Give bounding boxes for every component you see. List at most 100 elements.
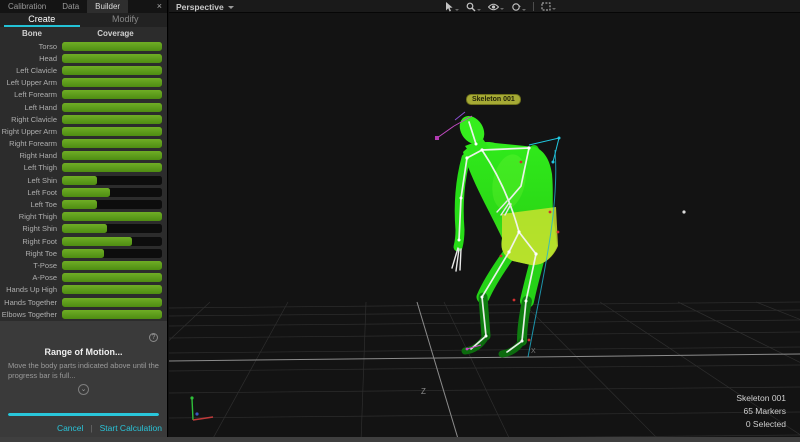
bone-label: Left Foot xyxy=(0,188,62,197)
bone-label: Left Toe xyxy=(0,200,62,209)
chevron-down-icon xyxy=(228,6,234,9)
coverage-bar-fill xyxy=(62,298,162,307)
coverage-bar-fill xyxy=(62,90,162,99)
coverage-bar-fill xyxy=(62,224,107,233)
skeleton-name-badge: Skeleton 001 xyxy=(466,94,521,105)
bone-row: Left Shin xyxy=(0,174,167,186)
bone-row: Left Clavicle xyxy=(0,64,167,76)
bone-label: Head xyxy=(0,54,62,63)
column-headers: Bone Coverage xyxy=(0,27,167,40)
bone-label: Left Forearm xyxy=(0,90,62,99)
bone-row: Hands Up High xyxy=(0,284,167,296)
3d-viewport[interactable]: Perspective xyxy=(169,0,800,437)
instruction-body: Move the body parts indicated above unti… xyxy=(8,361,159,381)
coverage-bar-fill xyxy=(62,176,97,185)
toolbar-divider xyxy=(533,2,534,11)
coverage-bar-track xyxy=(62,310,162,319)
bone-row: Left Foot xyxy=(0,186,167,198)
coverage-bar-fill xyxy=(62,212,162,221)
chevron-down-icon[interactable]: ⌄ xyxy=(78,384,89,395)
status-skeleton-name: Skeleton 001 xyxy=(736,392,786,405)
marquee-select-icon[interactable] xyxy=(541,2,556,11)
active-tab-underline xyxy=(4,25,80,27)
viewport-toolbar: Perspective xyxy=(169,0,800,13)
tab-builder[interactable]: Builder xyxy=(87,0,128,13)
bone-row: Right Foot xyxy=(0,235,167,247)
instruction-title: Range of Motion... xyxy=(0,347,167,357)
calculation-progress-bar xyxy=(8,413,159,416)
bone-row: T-Pose xyxy=(0,259,167,271)
bone-list: Torso Head Left Clavicle Left Upper Arm xyxy=(0,40,167,321)
coverage-bar-track xyxy=(62,78,162,87)
bone-row: Left Upper Arm xyxy=(0,77,167,89)
coverage-bar-fill xyxy=(62,237,132,246)
status-marker-count: 65 Markers xyxy=(736,405,786,418)
viewport-tools xyxy=(445,0,556,13)
coverage-bar-track xyxy=(62,249,162,258)
create-modify-tabs: Create Modify xyxy=(0,13,167,27)
bone-label: Right Hand xyxy=(0,151,62,160)
column-header-coverage: Coverage xyxy=(64,29,167,38)
bone-label: T-Pose xyxy=(0,261,62,270)
bone-row: Torso xyxy=(0,40,167,52)
bone-label: Right Thigh xyxy=(0,212,62,221)
cancel-button[interactable]: Cancel xyxy=(57,423,83,433)
tab-data[interactable]: Data xyxy=(54,0,87,13)
coverage-bar-fill xyxy=(62,163,162,172)
pane-tabbar: Calibration Data Builder × xyxy=(0,0,167,13)
help-icon[interactable]: ? xyxy=(149,333,158,342)
bone-row: Right Thigh xyxy=(0,211,167,223)
tab-modify[interactable]: Modify xyxy=(84,13,168,27)
coverage-bar-track xyxy=(62,188,162,197)
bone-label: Left Upper Arm xyxy=(0,78,62,87)
start-calculation-button[interactable]: Start Calculation xyxy=(100,423,162,433)
pan-eye-icon[interactable] xyxy=(488,3,504,11)
bone-row: Right Toe xyxy=(0,247,167,259)
coverage-bar-track xyxy=(62,273,162,282)
close-icon[interactable]: × xyxy=(157,2,162,11)
view-selector-dropdown[interactable]: Perspective xyxy=(176,2,234,12)
coverage-bar-track xyxy=(62,261,162,270)
skeleton-avatar xyxy=(435,111,561,357)
coverage-bar-track xyxy=(62,103,162,112)
coverage-bar-track xyxy=(62,285,162,294)
action-buttons: Cancel | Start Calculation xyxy=(57,423,162,433)
bone-row: A-Pose xyxy=(0,272,167,284)
bone-row: Hands Together xyxy=(0,296,167,308)
coverage-bar-track xyxy=(62,66,162,75)
tab-calibration[interactable]: Calibration xyxy=(0,0,54,13)
coverage-bar-fill xyxy=(62,310,162,319)
coverage-bar-fill xyxy=(62,127,162,136)
bone-label: Left Thigh xyxy=(0,163,62,172)
coverage-bar-track xyxy=(62,176,162,185)
status-selected-count: 0 Selected xyxy=(736,418,786,431)
coverage-bar-track xyxy=(62,127,162,136)
scene-canvas[interactable]: Z X xyxy=(169,0,800,437)
bone-row: Right Clavicle xyxy=(0,113,167,125)
bone-row: Elbows Together xyxy=(0,308,167,320)
column-header-bone: Bone xyxy=(0,29,64,38)
bone-row: Left Forearm xyxy=(0,89,167,101)
coverage-bar-fill xyxy=(62,115,162,124)
coverage-bar-track xyxy=(62,212,162,221)
bone-row: Right Shin xyxy=(0,223,167,235)
bone-row: Right Upper Arm xyxy=(0,125,167,137)
bone-row: Right Hand xyxy=(0,150,167,162)
bone-label: Right Toe xyxy=(0,249,62,258)
select-arrow-icon[interactable] xyxy=(445,2,459,12)
coverage-bar-fill xyxy=(62,78,162,87)
axis-label-x: X xyxy=(531,348,536,355)
zoom-magnifier-icon[interactable] xyxy=(466,2,481,12)
coverage-bar-fill xyxy=(62,139,162,148)
coverage-bar-fill xyxy=(62,42,162,51)
bone-row: Left Hand xyxy=(0,101,167,113)
bone-row: Head xyxy=(0,52,167,64)
coverage-bar-track xyxy=(62,90,162,99)
orbit-rotate-icon[interactable] xyxy=(511,2,526,12)
coverage-bar-fill xyxy=(62,261,162,270)
coverage-bar-fill xyxy=(62,54,162,63)
bone-label: Left Hand xyxy=(0,103,62,112)
view-selector-label: Perspective xyxy=(176,2,224,12)
calc-progress-fill xyxy=(8,413,159,416)
bone-label: Left Shin xyxy=(0,176,62,185)
